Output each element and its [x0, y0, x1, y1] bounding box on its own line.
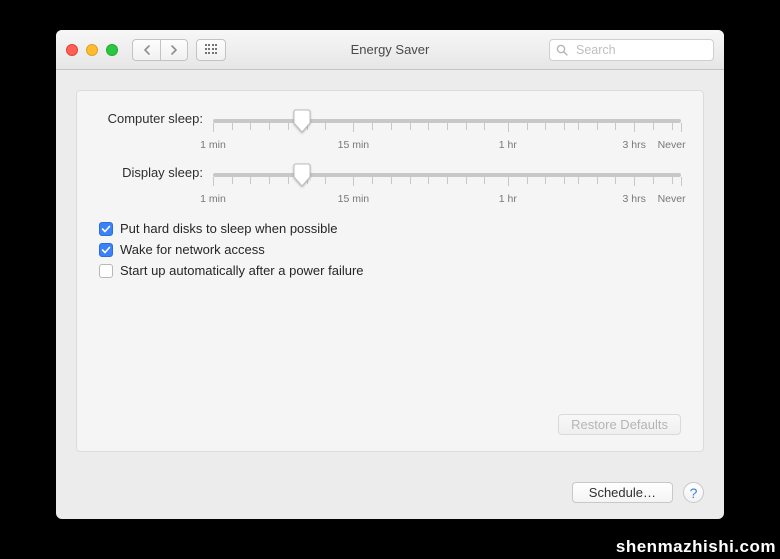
hard-disks-checkbox[interactable]: Put hard disks to sleep when possible — [99, 221, 681, 236]
search-icon — [556, 44, 568, 56]
computer-sleep-thumb[interactable] — [293, 109, 311, 133]
checkbox-icon — [99, 222, 113, 236]
forward-button[interactable] — [160, 39, 188, 61]
restore-defaults-button[interactable]: Restore Defaults — [558, 414, 681, 435]
grid-icon — [205, 44, 217, 56]
startup-power-checkbox[interactable]: Start up automatically after a power fai… — [99, 263, 681, 278]
search-input[interactable] — [574, 42, 724, 58]
traffic-lights — [66, 44, 118, 56]
computer-sleep-slider[interactable] — [213, 113, 681, 133]
energy-saver-window: Energy Saver Computer sleep: 1 min 15 mi… — [56, 30, 724, 519]
computer-sleep-tick-labels: 1 min 15 min 1 hr 3 hrs Never — [213, 139, 681, 155]
checkbox-icon — [99, 264, 113, 278]
close-icon[interactable] — [66, 44, 78, 56]
chevron-left-icon — [143, 45, 151, 55]
help-button[interactable]: ? — [683, 482, 704, 503]
computer-sleep-row: Computer sleep: 1 min 15 min 1 hr 3 hrs … — [99, 113, 681, 155]
checkbox-group: Put hard disks to sleep when possible Wa… — [99, 221, 681, 278]
tick-label-3hr: 3 hrs — [623, 139, 646, 151]
hard-disks-label: Put hard disks to sleep when possible — [120, 221, 338, 236]
display-sleep-thumb[interactable] — [293, 163, 311, 187]
computer-sleep-label: Computer sleep: — [99, 111, 213, 126]
settings-panel: Computer sleep: 1 min 15 min 1 hr 3 hrs … — [76, 90, 704, 452]
tick-label-3hr: 3 hrs — [623, 193, 646, 205]
wake-network-checkbox[interactable]: Wake for network access — [99, 242, 681, 257]
tick-label-15min: 15 min — [338, 193, 370, 205]
bottom-bar: Schedule… ? — [56, 470, 724, 519]
chevron-right-icon — [170, 45, 178, 55]
back-button[interactable] — [132, 39, 160, 61]
wake-network-label: Wake for network access — [120, 242, 265, 257]
show-all-button[interactable] — [196, 39, 226, 61]
watermark-text: shenmazhishi.com — [616, 537, 776, 557]
display-sleep-tick-labels: 1 min 15 min 1 hr 3 hrs Never — [213, 193, 681, 209]
tick-label-1min: 1 min — [200, 193, 226, 205]
question-icon: ? — [690, 485, 698, 501]
schedule-button[interactable]: Schedule… — [572, 482, 673, 503]
search-field[interactable] — [549, 39, 714, 61]
tick-label-1min: 1 min — [200, 139, 226, 151]
checkbox-icon — [99, 243, 113, 257]
nav-back-forward — [132, 39, 188, 61]
tick-label-1hr: 1 hr — [499, 193, 517, 205]
titlebar: Energy Saver — [56, 30, 724, 70]
startup-power-label: Start up automatically after a power fai… — [120, 263, 364, 278]
tick-label-never: Never — [658, 139, 686, 151]
display-sleep-row: Display sleep: 1 min 15 min 1 hr 3 hrs N… — [99, 167, 681, 209]
tick-label-15min: 15 min — [338, 139, 370, 151]
zoom-icon[interactable] — [106, 44, 118, 56]
tick-label-never: Never — [658, 193, 686, 205]
minimize-icon[interactable] — [86, 44, 98, 56]
display-sleep-label: Display sleep: — [99, 165, 213, 180]
tick-label-1hr: 1 hr — [499, 139, 517, 151]
display-sleep-slider[interactable] — [213, 167, 681, 187]
